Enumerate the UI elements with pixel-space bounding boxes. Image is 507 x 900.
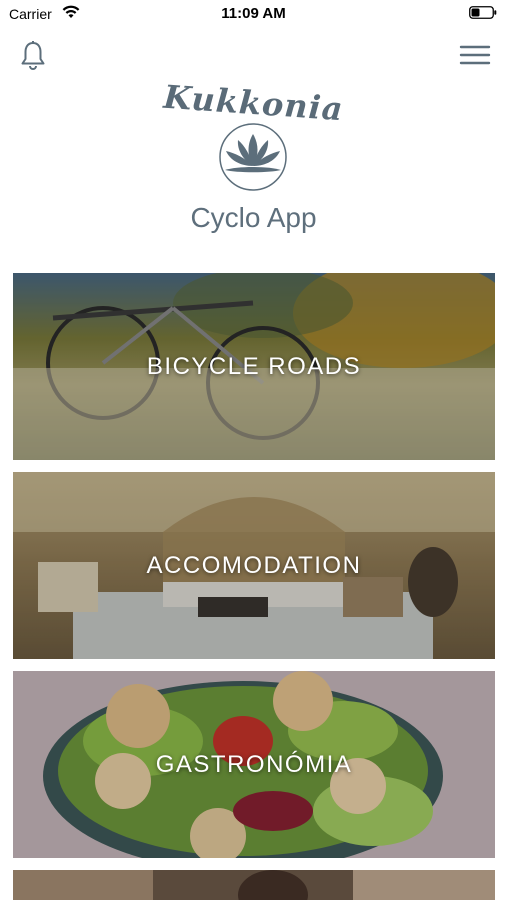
brand-logo: Kukkonia Cyclo App [0,78,507,242]
category-card-list: BICYCLE ROADS ACCOMODATION GASTRONÓMIA [13,273,495,900]
card-label: ACCOMODATION [146,551,362,579]
card-accomodation[interactable]: ACCOMODATION [13,472,495,659]
next-card-image [13,870,495,900]
menu-button[interactable] [459,42,491,68]
status-time: 11:09 AM [221,5,286,22]
app-screen: Carrier 11:09 AM Kukkonia Cyclo App BICY… [0,0,507,900]
card-partial-next[interactable] [13,870,495,900]
card-label: BICYCLE ROADS [146,352,362,380]
card-gastronomia[interactable]: GASTRONÓMIA [13,671,495,858]
status-bar: Carrier 11:09 AM [0,0,507,30]
app-title: Cyclo App [190,202,317,233]
hamburger-menu-icon [459,45,491,65]
card-bicycle-roads[interactable]: BICYCLE ROADS [13,273,495,460]
lotus-icon [219,123,287,191]
battery-icon [469,6,497,19]
card-label: GASTRONÓMIA [155,750,353,778]
